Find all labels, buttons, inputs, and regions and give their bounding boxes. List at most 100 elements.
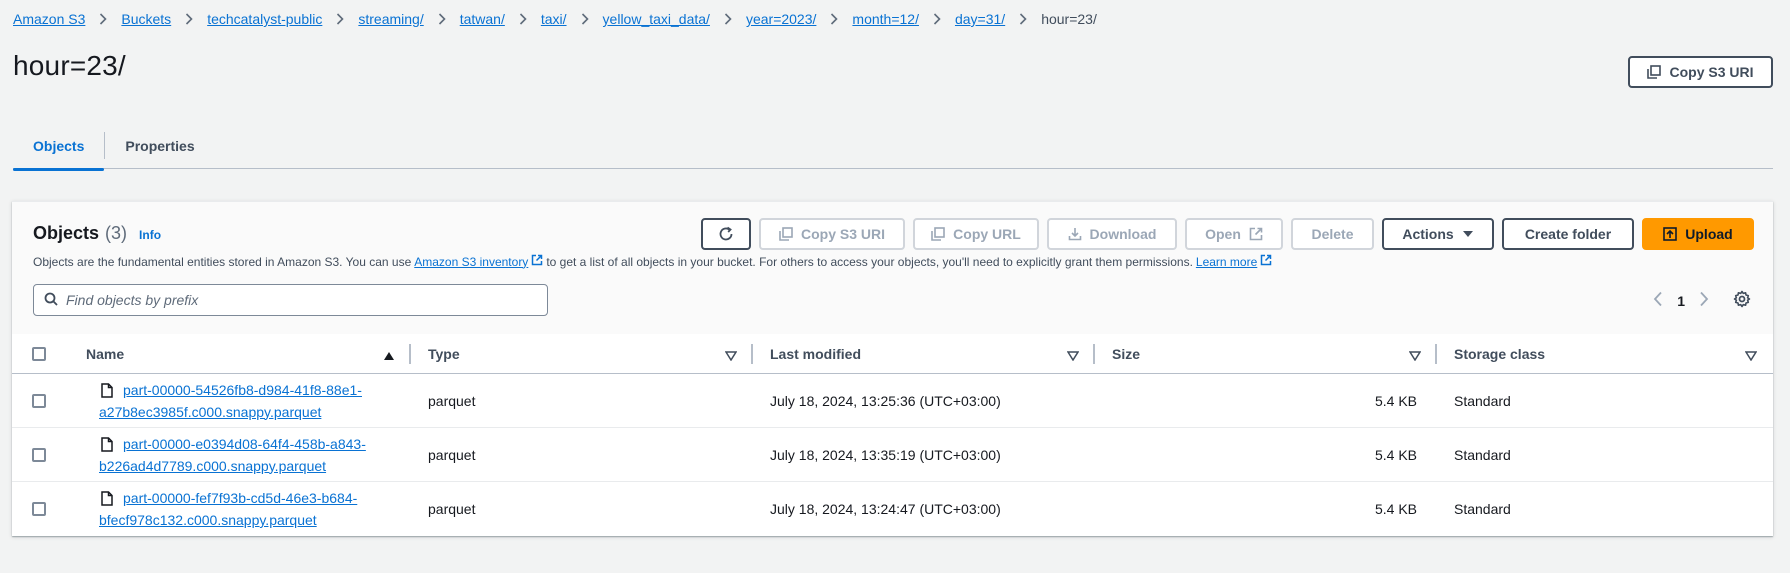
name-cell: part-00000-54526fb8-d984-41f8-88e1- a27b…	[65, 374, 411, 428]
breadcrumb-item-day[interactable]: day=31/	[955, 11, 1005, 27]
chevron-right-icon[interactable]	[1699, 291, 1709, 310]
breadcrumb-item-year[interactable]: year=2023/	[746, 11, 816, 27]
breadcrumb-item-streaming[interactable]: streaming/	[358, 11, 423, 27]
object-name-link[interactable]: part-00000-54526fb8-d984-41f8-88e1- a27b…	[99, 379, 362, 423]
download-label: Download	[1089, 226, 1157, 242]
breadcrumb-item-taxi[interactable]: taxi/	[541, 11, 567, 27]
table-row: part-00000-e0394d08-64f4-458b-a843- b226…	[12, 428, 1773, 482]
copy-icon	[931, 227, 945, 241]
external-link-icon	[1249, 227, 1263, 241]
copy-s3-uri-label: Copy S3 URI	[1669, 64, 1754, 80]
storage-class-cell: Standard	[1454, 392, 1511, 409]
name-cell: part-00000-fef7f93b-cd5d-46e3-b684- bfec…	[65, 482, 411, 536]
column-size[interactable]: Size	[1095, 334, 1437, 374]
learn-more-link[interactable]: Learn more	[1196, 255, 1257, 269]
chevron-right-icon	[816, 13, 852, 25]
objects-header: Objects (3) Info Objects are the fundame…	[12, 202, 1773, 334]
tab-properties[interactable]: Properties	[105, 122, 214, 169]
copy-s3-uri-action-button[interactable]: Copy S3 URI	[759, 218, 905, 250]
settings-gear-icon[interactable]	[1733, 290, 1751, 311]
object-name-line-2: b226ad4d7789.c000.snappy.parquet	[99, 457, 327, 474]
column-name[interactable]: Name	[65, 334, 411, 374]
actions-dropdown[interactable]: Actions	[1382, 218, 1494, 250]
object-name-link[interactable]: part-00000-e0394d08-64f4-458b-a843- b226…	[99, 433, 366, 477]
create-folder-button[interactable]: Create folder	[1502, 218, 1634, 250]
column-storage-class[interactable]: Storage class	[1437, 334, 1773, 374]
page-title: hour=23/	[13, 50, 126, 81]
chevron-right-icon	[505, 13, 541, 25]
download-button[interactable]: Download	[1047, 218, 1177, 250]
objects-title: Objects	[33, 223, 100, 243]
open-button[interactable]: Open	[1185, 218, 1283, 250]
description-text-1: Objects are the fundamental entities sto…	[33, 254, 412, 269]
chevron-right-icon	[919, 13, 955, 25]
table-header: Name Type Last modified Size Storage cla	[12, 334, 1773, 374]
page-number[interactable]: 1	[1677, 293, 1685, 309]
inventory-link[interactable]: Amazon S3 inventory	[414, 255, 528, 269]
size-cell: 5.4 KB	[1374, 501, 1417, 517]
last-modified-cell: July 18, 2024, 13:24:47 (UTC+03:00)	[770, 501, 1001, 517]
chevron-right-icon	[424, 13, 460, 25]
last-modified-cell: July 18, 2024, 13:35:19 (UTC+03:00)	[770, 446, 1001, 463]
copy-s3-uri-button[interactable]: Copy S3 URI	[1628, 56, 1773, 88]
objects-description: Objects are the fundamental entities sto…	[33, 254, 1272, 269]
objects-table: Name Type Last modified Size Storage cla	[12, 334, 1773, 536]
column-name-label: Name	[86, 345, 125, 362]
breadcrumb-item-tatwan[interactable]: tatwan/	[460, 11, 505, 27]
chevron-left-icon[interactable]	[1653, 291, 1663, 310]
column-type-label: Type	[428, 345, 460, 362]
row-checkbox[interactable]	[32, 502, 46, 516]
column-type[interactable]: Type	[411, 334, 753, 374]
breadcrumb-item-yellow-taxi-data[interactable]: yellow_taxi_data/	[603, 11, 710, 27]
object-name-link[interactable]: part-00000-fef7f93b-cd5d-46e3-b684- bfec…	[99, 487, 357, 531]
column-size-label: Size	[1112, 345, 1141, 362]
copy-icon	[1647, 65, 1662, 79]
sort-icon	[724, 348, 738, 364]
object-name-line-2: a27b8ec3985f.c000.snappy.parquet	[99, 403, 322, 420]
objects-toolbar: Copy S3 URI Copy URL Download Open Delet…	[701, 218, 1754, 250]
external-link-icon	[531, 254, 543, 269]
upload-button[interactable]: Upload	[1642, 218, 1754, 250]
column-last-modified[interactable]: Last modified	[753, 334, 1095, 374]
breadcrumb-item-amazon-s3[interactable]: Amazon S3	[13, 11, 85, 27]
breadcrumb-item-month[interactable]: month=12/	[852, 11, 919, 27]
sort-ascending-icon	[383, 348, 395, 364]
column-last-modified-label: Last modified	[770, 345, 862, 362]
upload-icon	[1663, 227, 1678, 241]
search-input[interactable]	[66, 292, 526, 308]
row-checkbox-cell	[12, 482, 65, 536]
copy-url-button[interactable]: Copy URL	[913, 218, 1039, 250]
object-name-line-1: part-00000-54526fb8-d984-41f8-88e1-	[123, 381, 362, 398]
row-checkbox[interactable]	[32, 447, 46, 462]
chevron-right-icon	[567, 13, 603, 25]
refresh-button[interactable]	[701, 218, 751, 250]
breadcrumb-item-buckets[interactable]: Buckets	[121, 11, 171, 27]
info-link[interactable]: Info	[139, 228, 161, 242]
type-cell: parquet	[428, 446, 476, 463]
storage-class-cell: Standard	[1454, 501, 1511, 517]
external-link-icon	[1260, 254, 1272, 269]
upload-label: Upload	[1685, 226, 1733, 242]
row-checkbox-cell	[12, 374, 65, 428]
header-checkbox-cell	[12, 334, 65, 374]
breadcrumb-item-bucket[interactable]: techcatalyst-public	[207, 11, 322, 27]
search-icon	[44, 292, 58, 309]
table-row: part-00000-54526fb8-d984-41f8-88e1- a27b…	[12, 374, 1773, 428]
description-text-2: to get a list of all objects in your buc…	[546, 254, 1193, 269]
size-cell: 5.4 KB	[1374, 446, 1417, 463]
pagination: 1	[1653, 290, 1751, 311]
breadcrumb: Amazon S3 Buckets techcatalyst-public st…	[13, 11, 1097, 27]
delete-button[interactable]: Delete	[1291, 218, 1374, 250]
download-icon	[1068, 227, 1082, 241]
select-all-checkbox[interactable]	[32, 346, 46, 361]
type-cell: parquet	[428, 392, 476, 409]
row-checkbox[interactable]	[32, 393, 46, 408]
copy-s3-uri-action-label: Copy S3 URI	[800, 226, 885, 242]
tab-objects[interactable]: Objects	[13, 122, 105, 171]
storage-class-cell: Standard	[1454, 446, 1511, 463]
objects-title-group: Objects (3) Info	[33, 223, 161, 244]
chevron-right-icon	[171, 13, 207, 25]
column-storage-class-label: Storage class	[1454, 345, 1546, 362]
size-cell: 5.4 KB	[1374, 392, 1417, 409]
table-row: part-00000-fef7f93b-cd5d-46e3-b684- bfec…	[12, 482, 1773, 536]
